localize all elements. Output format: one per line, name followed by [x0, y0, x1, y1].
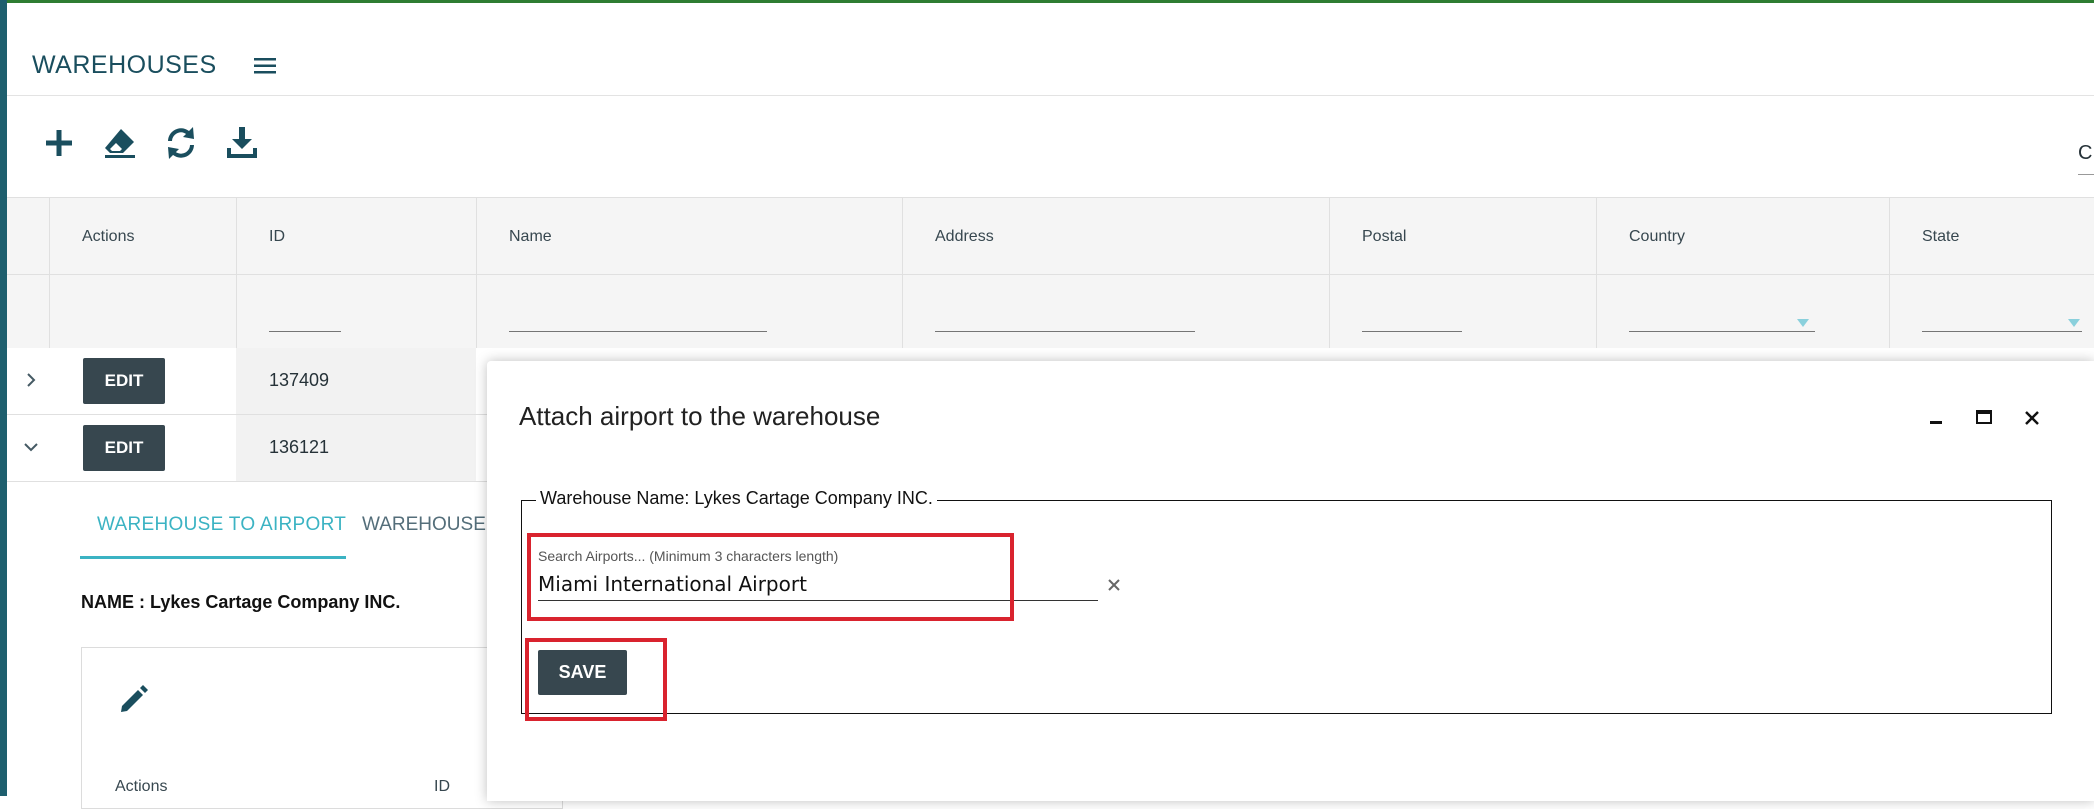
column-postal[interactable]: Postal	[1329, 198, 1596, 274]
column-label: Country	[1629, 228, 1686, 245]
eraser-icon[interactable]	[101, 124, 139, 162]
search-field-highlight	[527, 533, 1014, 621]
fieldset-legend: Warehouse Name: Lykes Cartage Company IN…	[536, 488, 937, 509]
dropdown-arrow-icon[interactable]	[1797, 319, 1809, 327]
column-label: State	[1922, 228, 1960, 245]
id-cell: 137409	[236, 348, 476, 414]
refresh-icon[interactable]	[162, 124, 200, 162]
page-title: WAREHOUSES	[32, 51, 217, 79]
close-icon[interactable]	[2019, 405, 2045, 431]
filter-state[interactable]	[1889, 275, 2094, 349]
chevron-down-icon[interactable]	[21, 437, 41, 457]
subgrid-column-actions: Actions	[115, 778, 168, 795]
page-header: WAREHOUSES	[7, 3, 2094, 96]
column-label: Address	[935, 228, 994, 245]
grid-header: Actions ID Name Address Postal Country S…	[7, 197, 2094, 349]
download-icon[interactable]	[223, 124, 261, 162]
dialog-title: Attach airport to the warehouse	[519, 401, 881, 431]
filter-address[interactable]	[902, 275, 1329, 349]
tab-warehouse-t[interactable]: WAREHOUSE T	[362, 514, 502, 536]
edit-button[interactable]: EDIT	[83, 358, 165, 404]
filter-id[interactable]	[236, 275, 476, 349]
toolbar	[7, 96, 2094, 196]
plus-icon[interactable]	[40, 124, 78, 162]
column-address[interactable]: Address	[902, 198, 1329, 274]
pencil-icon[interactable]	[116, 682, 150, 716]
column-label: ID	[269, 228, 285, 245]
hamburger-menu-icon[interactable]	[252, 55, 280, 77]
clear-icon[interactable]	[1104, 575, 1124, 595]
filter-postal[interactable]	[1329, 275, 1596, 349]
column-actions: Actions	[49, 198, 236, 274]
id-value: 137409	[269, 370, 330, 390]
filter-country[interactable]	[1596, 275, 1889, 349]
left-accent-bar	[0, 0, 7, 796]
column-label: Actions	[82, 228, 135, 245]
column-id[interactable]: ID	[236, 198, 476, 274]
filter-name[interactable]	[476, 275, 901, 349]
active-tab-indicator	[80, 556, 346, 559]
column-name[interactable]: Name	[476, 198, 901, 274]
filter-row	[7, 274, 2094, 349]
column-state[interactable]: State	[1889, 198, 2094, 274]
column-country[interactable]: Country	[1596, 198, 1889, 274]
save-button-highlight	[525, 638, 667, 721]
warehouse-name-label: NAME : Lykes Cartage Company INC.	[81, 592, 401, 612]
column-label: Postal	[1362, 228, 1407, 245]
right-edge-field[interactable]: C	[2078, 142, 2094, 175]
subgrid-column-id: ID	[434, 778, 450, 795]
tab-warehouse-to-airport[interactable]: WAREHOUSE TO AIRPORT	[97, 514, 346, 536]
filter-actions	[49, 275, 236, 349]
edit-button[interactable]: EDIT	[83, 425, 165, 471]
column-label: Name	[509, 228, 552, 245]
id-value: 136121	[269, 437, 330, 457]
right-edge-text: C	[2078, 142, 2093, 164]
maximize-icon[interactable]	[1971, 405, 1997, 431]
chevron-right-icon[interactable]	[21, 370, 41, 390]
minimize-icon[interactable]	[1923, 405, 1949, 431]
id-cell: 136121	[236, 415, 476, 481]
dropdown-arrow-icon[interactable]	[2068, 319, 2080, 327]
